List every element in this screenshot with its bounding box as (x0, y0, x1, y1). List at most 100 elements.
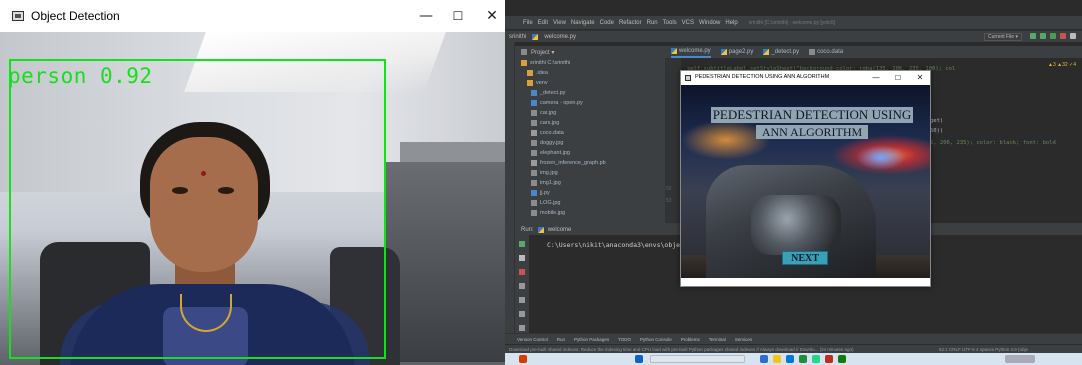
start-icon[interactable] (519, 355, 527, 363)
print-icon[interactable] (519, 311, 525, 317)
tool-tab-terminal[interactable]: Terminal (709, 337, 726, 342)
editor-tab[interactable]: page2.py (720, 49, 753, 55)
menu-item-refactor[interactable]: Refactor (619, 20, 642, 26)
debug-icon[interactable] (1040, 33, 1046, 39)
tool-tab-todo[interactable]: TODO (618, 337, 631, 342)
search-icon[interactable] (1070, 33, 1076, 39)
status-info[interactable]: 52:1 CRLF UTF-8 4 spaces Python 3.9 (obj… (939, 347, 1028, 352)
windows-logo-icon[interactable] (635, 355, 643, 363)
tree-item-label: frozen_inference_graph.pb (540, 160, 606, 166)
pin-icon[interactable] (519, 325, 525, 331)
car-debris (751, 195, 841, 255)
titlebar: Object Detection — ☐ ✕ (0, 0, 505, 32)
status-message[interactable]: Download pre-built shared indexes: Reduc… (509, 347, 929, 352)
tree-item[interactable]: img.jpg (521, 168, 665, 178)
menu-item-tools[interactable]: Tools (663, 20, 677, 26)
tree-item[interactable]: coco.data (521, 128, 665, 138)
menu-item-edit[interactable]: Edit (538, 20, 548, 26)
editor-tab[interactable]: _detect.py (763, 49, 799, 55)
file-icon (531, 110, 537, 116)
inspection-warnings[interactable]: ▲3 ▲32 ✓4 (1048, 62, 1076, 68)
menu-item-run[interactable]: Run (647, 20, 658, 26)
tree-item[interactable]: camera - open.py (521, 98, 665, 108)
tree-item[interactable]: doggy.jpg (521, 138, 665, 148)
tree-item[interactable]: elephant.jpg (521, 148, 665, 158)
editor-tab[interactable]: coco.data (809, 49, 843, 55)
stop-icon[interactable] (519, 269, 525, 275)
menu-item-navigate[interactable]: Navigate (571, 20, 595, 26)
window-title: Object Detection (31, 9, 120, 23)
edge-icon[interactable] (786, 355, 794, 363)
tree-item-label: img1.jpg (540, 180, 561, 186)
detection-bounding-box (9, 59, 386, 359)
tool-tab-services[interactable]: Services (735, 337, 752, 342)
project-dropdown[interactable]: Project ▾ (531, 49, 554, 56)
file-icon (809, 49, 816, 55)
close-button[interactable]: ✕ (913, 72, 927, 84)
menu-item-file[interactable]: File (523, 20, 533, 26)
menu-bar: File Edit View Navigate Code Refactor Run Tools… (505, 16, 1082, 29)
file-icon (531, 140, 537, 146)
soft-wrap-icon[interactable] (519, 283, 525, 289)
wrench-icon[interactable] (519, 255, 525, 261)
minimize-button[interactable]: — (415, 6, 437, 26)
rerun-icon[interactable] (519, 241, 525, 247)
run-output-line: C:\Users\nikit\anaconda3\envs\objec (547, 241, 684, 249)
run-config-dropdown[interactable]: Current File ▾ (983, 33, 1022, 41)
breadcrumb-project[interactable]: srinithi (509, 34, 526, 40)
tree-item[interactable]: cars.jpg (521, 118, 665, 128)
menu-item-code[interactable]: Code (600, 20, 614, 26)
task-view-icon[interactable] (760, 355, 768, 363)
coverage-icon[interactable] (1050, 33, 1056, 39)
breadcrumb-file[interactable]: welcome.py (544, 34, 576, 40)
taskbar-search-box[interactable] (650, 355, 745, 363)
stop-icon[interactable] (1060, 33, 1066, 39)
next-button[interactable]: NEXT (782, 251, 828, 265)
tree-item[interactable]: jj.py (521, 188, 665, 198)
tree-item[interactable]: .idea (521, 68, 665, 78)
screen: Object Detection — ☐ ✕ person 0.92 File … (0, 0, 1082, 365)
system-tray[interactable] (1005, 355, 1035, 363)
tree-item[interactable]: srinithi C:\srinithi (521, 58, 665, 68)
file-icon (531, 130, 537, 136)
tool-tab-python-packages[interactable]: Python Packages (574, 337, 609, 342)
run-toolbar (515, 235, 529, 334)
close-button[interactable]: ✕ (481, 6, 503, 26)
project-tree: srinithi C:\srinithi .idea venv _detect.py c… (515, 58, 665, 223)
ide-window-title: srinithi [C:\srinithi] - welcome.py [yol… (748, 19, 836, 26)
scroll-to-end-icon[interactable] (519, 297, 525, 303)
menu-item-view[interactable]: View (553, 20, 566, 26)
tool-tab-run[interactable]: Run (557, 337, 565, 342)
minimize-button[interactable]: — (869, 72, 883, 84)
tree-item[interactable]: frozen_inference_graph.pb (521, 158, 665, 168)
detection-label: person 0.92 (8, 64, 153, 88)
tool-tab-version-control[interactable]: Version Control (517, 337, 548, 342)
menu-item-vcs[interactable]: VCS (682, 20, 694, 26)
run-config-tab[interactable]: welcome (548, 227, 572, 233)
tree-item[interactable]: venv (521, 78, 665, 88)
app-window-icon (685, 75, 691, 81)
tool-window-tabs: Version Control Run Python Packages TODO Pyt… (505, 333, 1082, 344)
tool-tab-problems[interactable]: Problems (681, 337, 700, 342)
chrome-icon[interactable] (799, 355, 807, 363)
editor-tabs: welcome.py page2.py _detect.py coco.data (665, 46, 1082, 58)
app-taskbar-icon[interactable] (825, 355, 833, 363)
left-tool-strip (505, 42, 515, 342)
tree-item[interactable]: _detect.py (521, 88, 665, 98)
editor-tab[interactable]: welcome.py (671, 46, 711, 58)
tree-item-label: elephant.jpg (540, 150, 570, 156)
project-panel-header: Project ▾ (515, 46, 665, 58)
pycharm-taskbar-icon[interactable] (812, 355, 820, 363)
menu-item-help[interactable]: Help (725, 20, 737, 26)
tree-item[interactable]: car.jpg (521, 108, 665, 118)
tool-tab-python-console[interactable]: Python Console (640, 337, 672, 342)
tree-item[interactable]: mobile.jpg (521, 208, 665, 218)
run-icon[interactable] (1030, 33, 1036, 39)
excel-icon[interactable] (838, 355, 846, 363)
tree-item[interactable]: LOG.jpg (521, 198, 665, 208)
maximize-button[interactable]: ☐ (447, 6, 469, 26)
menu-item-window[interactable]: Window (699, 20, 720, 26)
file-explorer-icon[interactable] (773, 355, 781, 363)
maximize-button[interactable]: ☐ (891, 72, 905, 84)
tree-item[interactable]: img1.jpg (521, 178, 665, 188)
